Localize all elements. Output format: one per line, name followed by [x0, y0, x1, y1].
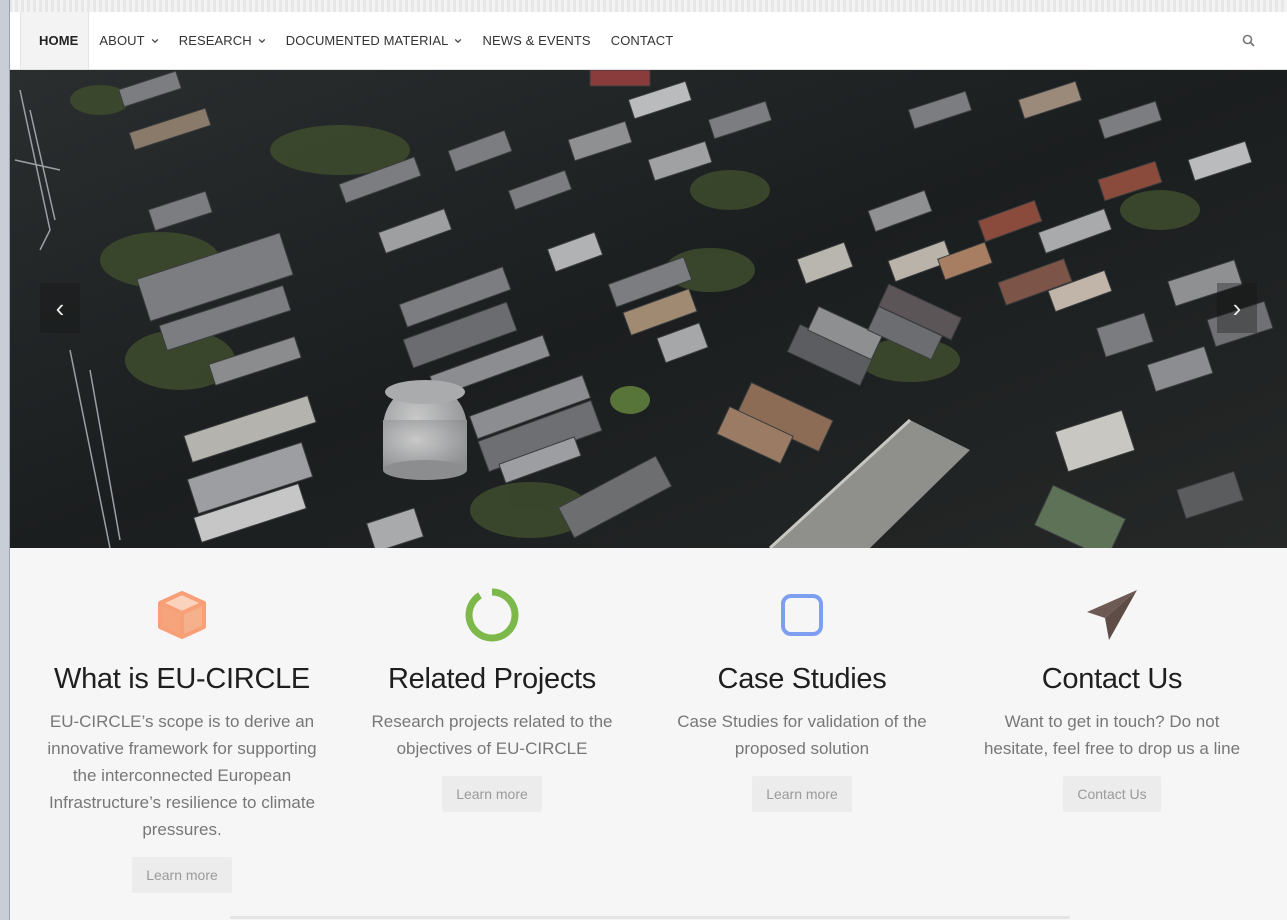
- nav-item-label: HOME: [39, 33, 79, 48]
- search-icon[interactable]: [1241, 33, 1257, 49]
- carousel-next-button[interactable]: ›: [1217, 283, 1257, 333]
- learn-more-button[interactable]: Learn more: [442, 776, 542, 812]
- feature-text: Want to get in touch? Do not hesitate, f…: [983, 712, 1241, 758]
- feature-title: What is EU-CIRCLE: [54, 663, 310, 695]
- nav-item-label: RESEARCH: [178, 33, 252, 48]
- feature-title: Contact Us: [1041, 663, 1183, 695]
- main-navbar: HOME ABOUT RESEARCH DOCUMENTED MATERIAL …: [10, 12, 1287, 70]
- page: HOME ABOUT RESEARCH DOCUMENTED MATERIAL …: [10, 12, 1287, 920]
- nav-items: HOME ABOUT RESEARCH DOCUMENTED MATERIAL …: [10, 12, 683, 69]
- feature-text: Research projects related to the objecti…: [371, 712, 613, 758]
- nav-item-label: DOCUMENTED MATERIAL: [285, 33, 449, 48]
- top-strip: [0, 0, 1287, 12]
- chevron-down-icon: [258, 38, 266, 43]
- circle-notch-icon: [465, 588, 519, 642]
- feature-case-studies: Case Studies Case Studies for validation…: [652, 548, 952, 812]
- square-outline-icon: [781, 594, 823, 636]
- feature-title: Case Studies: [717, 663, 887, 695]
- chevron-down-icon: [455, 38, 462, 43]
- cube-icon: [158, 591, 206, 639]
- window-left-edge: [0, 0, 10, 920]
- feature-contact-us: Contact Us Want to get in touch? Do not …: [962, 548, 1262, 812]
- chevron-down-icon: [151, 38, 158, 43]
- feature-related-projects: Related Projects Research projects relat…: [342, 548, 642, 812]
- nav-item-documented-material[interactable]: DOCUMENTED MATERIAL: [276, 12, 473, 69]
- carousel-prev-button[interactable]: ‹: [40, 283, 80, 333]
- feature-icon-wrap: [342, 584, 642, 646]
- nav-item-contact[interactable]: CONTACT: [601, 12, 684, 69]
- feature-icon-wrap: [32, 584, 332, 646]
- learn-more-button[interactable]: Learn more: [752, 776, 852, 812]
- feature-text: EU-CIRCLE’s scope is to derive an innova…: [47, 712, 317, 839]
- nav-item-news-events[interactable]: NEWS & EVENTS: [472, 12, 600, 69]
- paper-plane-icon: [1087, 590, 1137, 640]
- feature-icon-wrap: [652, 584, 952, 646]
- feature-text: Case Studies for validation of the propo…: [677, 712, 927, 758]
- hero-image: [10, 70, 1287, 548]
- nav-item-research[interactable]: RESEARCH: [169, 12, 276, 69]
- feature-title: Related Projects: [388, 663, 596, 695]
- learn-more-button[interactable]: Learn more: [132, 857, 232, 893]
- nav-item-home[interactable]: HOME: [20, 12, 90, 69]
- nav-item-about[interactable]: ABOUT: [89, 12, 168, 69]
- chevron-left-icon: ‹: [55, 292, 65, 323]
- feature-icon-wrap: [962, 584, 1262, 646]
- nav-item-label: ABOUT: [99, 33, 145, 48]
- nav-item-label: NEWS & EVENTS: [482, 33, 591, 48]
- feature-what-is: What is EU-CIRCLE EU-CIRCLE’s scope is t…: [32, 548, 332, 893]
- contact-us-button[interactable]: Contact Us: [1063, 776, 1161, 812]
- chevron-right-icon: ›: [1232, 292, 1242, 323]
- section-divider: [230, 916, 1070, 919]
- features-section: What is EU-CIRCLE EU-CIRCLE’s scope is t…: [10, 548, 1287, 920]
- nav-item-label: CONTACT: [610, 33, 674, 48]
- hero-carousel: ‹ ›: [10, 70, 1287, 548]
